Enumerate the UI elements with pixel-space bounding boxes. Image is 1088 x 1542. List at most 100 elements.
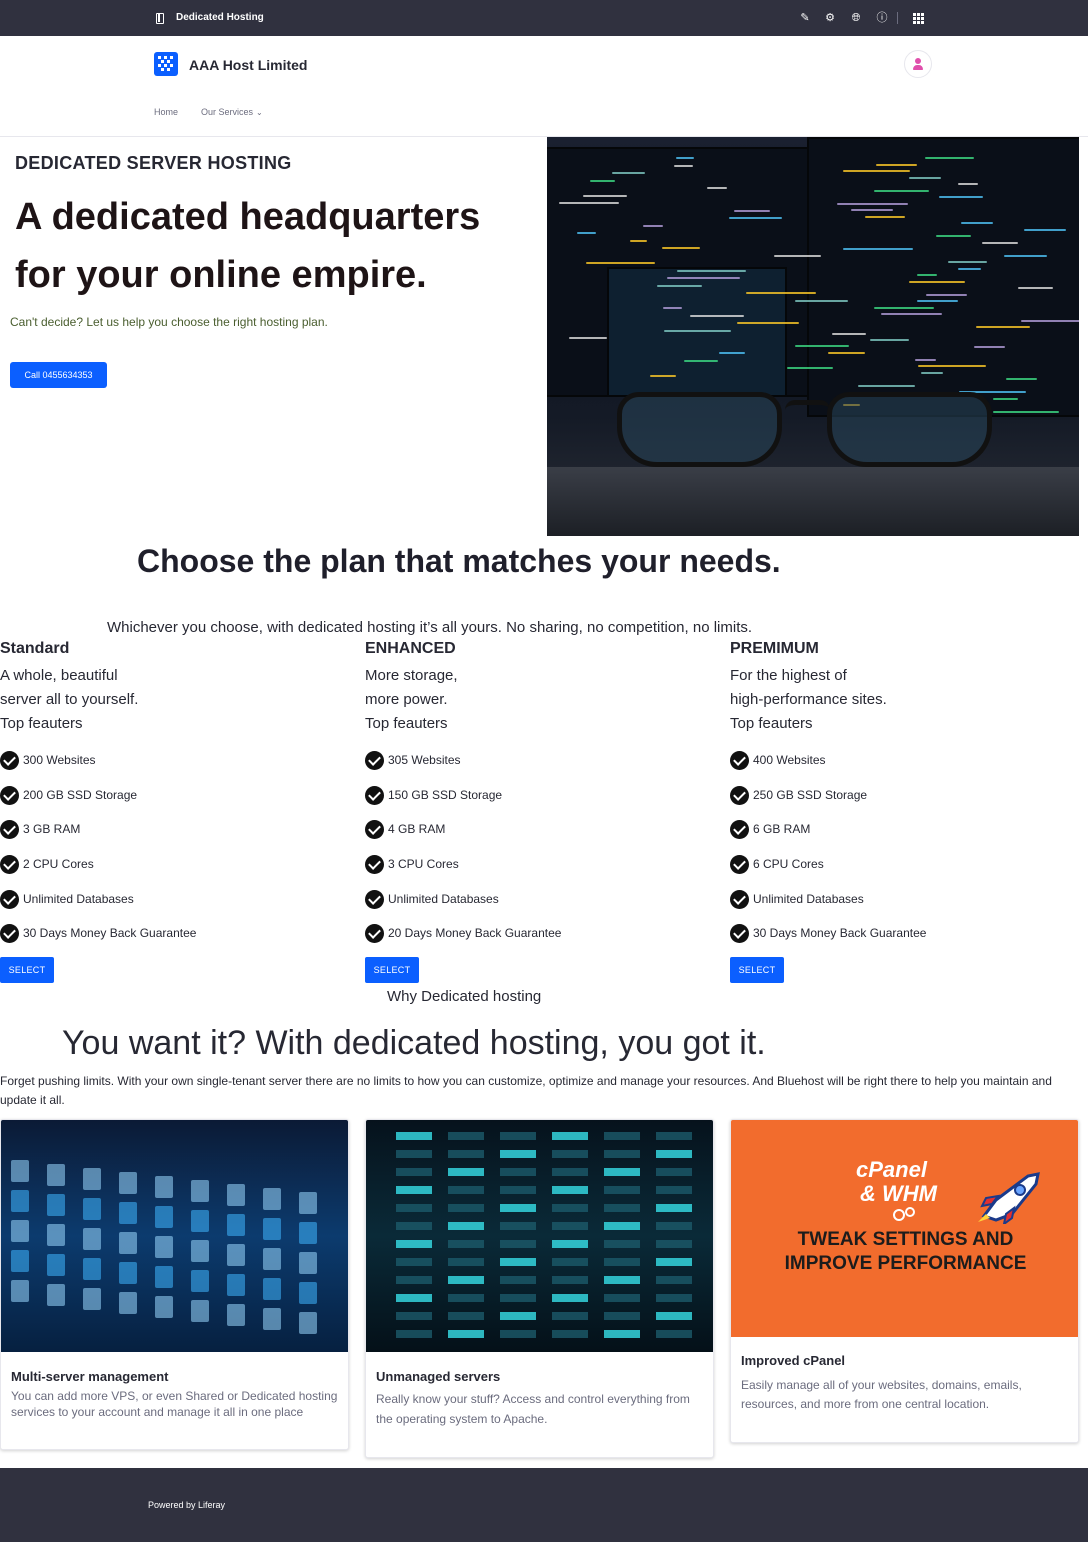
code-line <box>981 241 1018 244</box>
check-icon <box>365 786 384 805</box>
card-text: Easily manage all of your websites, doma… <box>741 1378 1022 1411</box>
server-led <box>396 1132 432 1140</box>
nav-item-our-services[interactable]: Our Services ⌄ <box>201 107 263 117</box>
code-line <box>920 371 944 374</box>
call-button[interactable]: Call 0455634353 <box>10 362 107 388</box>
code-line <box>961 222 994 224</box>
select-enhanced-button[interactable]: SELECT <box>365 957 419 983</box>
code-line <box>729 217 783 219</box>
plan-feature-text: Unlimited Databases <box>388 892 499 906</box>
code-line <box>656 284 702 287</box>
rack-led <box>155 1176 173 1198</box>
server-led <box>396 1240 432 1248</box>
rack-led <box>263 1218 281 1240</box>
server-led <box>552 1132 588 1140</box>
edit-icon[interactable]: ✎ <box>798 11 812 25</box>
code-line <box>831 332 867 335</box>
code-line <box>842 248 914 250</box>
feature-card-multi-server: Multi-server management You can add more… <box>0 1119 349 1450</box>
rack-led <box>263 1308 281 1330</box>
server-led <box>448 1294 484 1302</box>
nav-item-home[interactable]: Home <box>154 107 178 117</box>
user-avatar[interactable] <box>904 50 932 78</box>
server-led <box>604 1222 640 1230</box>
code-line <box>828 352 865 354</box>
server-led <box>552 1294 588 1302</box>
code-line <box>569 337 607 339</box>
server-led <box>604 1294 640 1302</box>
why-title: You want it? With dedicated hosting, you… <box>62 1024 766 1062</box>
plan-feature-text: 3 GB RAM <box>23 822 81 836</box>
check-icon <box>730 890 749 909</box>
code-line <box>1018 287 1053 289</box>
server-led <box>448 1168 484 1176</box>
check-icon <box>730 855 749 874</box>
code-line <box>851 209 893 211</box>
code-line <box>787 367 834 369</box>
check-icon <box>0 855 19 874</box>
card-title: Multi-server management <box>11 1369 169 1384</box>
plans-title: Choose the plan that matches your needs. <box>137 543 781 579</box>
glasses-graphic <box>617 382 997 472</box>
powered-by-text[interactable]: Powered by Liferay <box>148 1500 225 1510</box>
code-line <box>737 322 800 324</box>
server-led <box>604 1204 640 1212</box>
rack-led <box>83 1168 101 1190</box>
server-led <box>656 1330 692 1338</box>
rack-led <box>83 1228 101 1250</box>
check-icon <box>0 751 19 770</box>
server-led <box>500 1330 536 1338</box>
plan-feature-text: 20 Days Money Back Guarantee <box>388 926 562 940</box>
code-line <box>918 365 986 367</box>
code-line <box>683 359 718 362</box>
page-title: Dedicated Hosting <box>176 12 264 23</box>
rack-led <box>47 1224 65 1246</box>
cpanel-headline-2: IMPROVE PERFORMANCE <box>784 1253 1027 1274</box>
server-led <box>656 1258 692 1266</box>
check-icon <box>730 786 749 805</box>
rack-led <box>11 1220 29 1242</box>
globe-icon[interactable]: 🌐︎ <box>849 11 863 25</box>
code-line <box>1006 378 1038 380</box>
rack-led <box>263 1278 281 1300</box>
card-title: Unmanaged servers <box>376 1369 501 1384</box>
site-logo[interactable] <box>154 52 178 76</box>
check-icon <box>365 924 384 943</box>
card-title: Improved cPanel <box>741 1353 846 1368</box>
server-led <box>552 1276 588 1284</box>
code-line <box>974 345 1006 348</box>
plan-card-enhanced: ENHANCED More storage, more power. Top f… <box>365 640 705 983</box>
plan-card-standard: Standard A whole, beautiful server all t… <box>0 640 340 983</box>
server-led <box>656 1186 692 1194</box>
server-led <box>396 1186 432 1194</box>
site-name[interactable]: AAA Host Limited <box>189 57 307 73</box>
rack-led <box>83 1258 101 1280</box>
server-led <box>448 1240 484 1248</box>
rack-led <box>299 1222 317 1244</box>
apps-icon[interactable] <box>913 13 924 24</box>
rocket-icon <box>978 1172 1040 1224</box>
code-line <box>745 292 816 294</box>
server-led <box>656 1204 692 1212</box>
code-line <box>917 300 959 302</box>
info-icon[interactable]: ⓘ <box>875 11 889 25</box>
plan-features-label: Top feauters <box>0 715 83 732</box>
server-led <box>656 1168 692 1176</box>
server-led <box>604 1132 640 1140</box>
plan-desc-line: more power. <box>365 691 448 708</box>
code-line <box>674 164 694 167</box>
select-standard-button[interactable]: SELECT <box>0 957 54 983</box>
code-line <box>667 277 741 279</box>
plan-desc-line: A whole, beautiful <box>0 667 118 684</box>
desk-surface <box>547 467 1079 536</box>
code-line <box>794 344 850 347</box>
code-line <box>583 194 627 197</box>
select-premium-button[interactable]: SELECT <box>730 957 784 983</box>
rack-led <box>119 1172 137 1194</box>
code-line <box>875 163 918 166</box>
rack-led <box>155 1236 173 1258</box>
server-led <box>396 1312 432 1320</box>
server-led <box>500 1276 536 1284</box>
gear-icon[interactable]: ⚙ <box>823 11 837 25</box>
code-line <box>976 326 1030 328</box>
